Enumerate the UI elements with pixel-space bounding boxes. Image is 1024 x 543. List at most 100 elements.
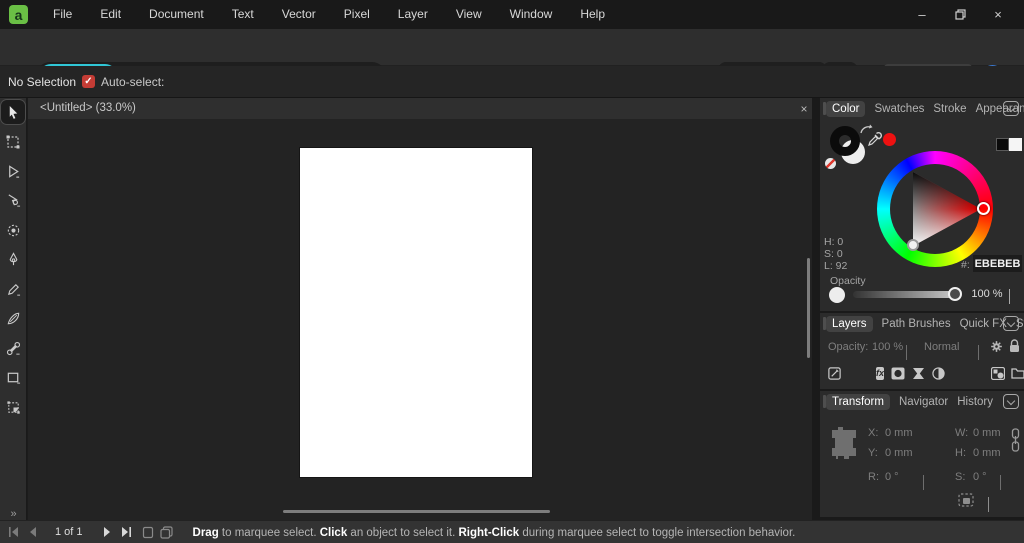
tab-navigator[interactable]: Navigator: [899, 396, 948, 408]
tab-history[interactable]: History: [957, 396, 993, 408]
document-page[interactable]: [300, 148, 532, 477]
default-black-swatch[interactable]: [996, 138, 1009, 151]
rotation-value[interactable]: 0 °: [885, 471, 899, 483]
layers-action-row: fx: [820, 360, 1024, 386]
mask-icon[interactable]: [891, 367, 905, 380]
first-page-icon[interactable]: [8, 527, 20, 537]
pen-tool[interactable]: [1, 247, 25, 271]
hue-selector[interactable]: [977, 202, 990, 215]
menu-text[interactable]: Text: [218, 0, 268, 29]
lock-icon[interactable]: [1009, 339, 1020, 353]
studio-panels: Color Swatches Stroke Appearance: [820, 98, 1024, 520]
horizontal-scrollbar[interactable]: [283, 510, 550, 513]
panel-stroke-swatch[interactable]: [830, 126, 860, 156]
next-page-icon[interactable]: [103, 527, 112, 537]
canvas-viewport[interactable]: [28, 119, 812, 520]
menu-file[interactable]: File: [39, 0, 86, 29]
blend-mode-chevron[interactable]: [978, 345, 979, 360]
none-color-swatch[interactable]: [825, 158, 836, 169]
add-page-icon[interactable]: [142, 526, 154, 539]
panel-collapse-icon[interactable]: [1003, 101, 1019, 116]
edit-layer-icon[interactable]: [827, 366, 842, 381]
panel-collapse-icon[interactable]: [1003, 316, 1019, 331]
menu-view[interactable]: View: [442, 0, 496, 29]
shear-value[interactable]: 0 °: [973, 471, 987, 483]
menu-vector[interactable]: Vector: [268, 0, 330, 29]
menu-help[interactable]: Help: [566, 0, 619, 29]
menu-window[interactable]: Window: [496, 0, 567, 29]
hue-wheel[interactable]: [877, 151, 993, 267]
menu-pixel[interactable]: Pixel: [330, 0, 384, 29]
w-value[interactable]: 0 mm: [973, 427, 1001, 439]
y-value[interactable]: 0 mm: [885, 447, 913, 459]
h-value[interactable]: 0 mm: [973, 447, 1001, 459]
tab-layers[interactable]: Layers: [826, 315, 873, 332]
panel-grip[interactable]: [823, 395, 826, 408]
selection-brush-tool[interactable]: [1, 218, 25, 242]
tab-transform[interactable]: Transform: [826, 393, 890, 410]
opacity-dropdown-chevron[interactable]: [1009, 289, 1010, 304]
tab-stroke[interactable]: Stroke: [933, 103, 966, 115]
move-tool[interactable]: [1, 100, 25, 124]
layers-opacity-value[interactable]: 100 %: [872, 341, 903, 353]
live-filter-icon[interactable]: [932, 366, 945, 380]
auto-select-checkbox[interactable]: ✓: [82, 75, 95, 88]
corner-tool[interactable]: [1, 336, 25, 360]
h-label: H:: [955, 447, 966, 459]
new-image-icon[interactable]: [991, 366, 1006, 380]
picked-color-dot[interactable]: [883, 133, 896, 146]
fx-icon[interactable]: fx: [876, 366, 885, 380]
hint-segment: Click: [319, 527, 348, 539]
adjustment-icon[interactable]: [912, 367, 925, 380]
transform-origin-icon[interactable]: [958, 493, 974, 507]
anchor-point-selector[interactable]: [828, 424, 860, 462]
link-dimensions-icon[interactable]: [1011, 428, 1020, 452]
artboard-tool[interactable]: [1, 130, 25, 154]
hex-input[interactable]: EBEBEB: [973, 255, 1022, 272]
minimize-button[interactable]: –: [908, 4, 936, 26]
duplicate-page-icon[interactable]: [159, 525, 173, 539]
restore-button[interactable]: [946, 4, 974, 26]
eyedropper-icon[interactable]: [867, 131, 883, 147]
menu-document[interactable]: Document: [135, 0, 218, 29]
tab-quick-fx[interactable]: Quick FX: [960, 318, 1007, 330]
hint-segment: during marquee select to toggle intersec…: [519, 527, 796, 539]
layers-opacity-chevron[interactable]: [906, 345, 907, 360]
shape-builder-tool[interactable]: [1, 395, 25, 419]
y-label: Y:: [868, 447, 878, 459]
panel-grip[interactable]: [823, 102, 826, 115]
panel-collapse-icon[interactable]: [1003, 394, 1019, 409]
vector-brush-tool-icon: [7, 312, 19, 324]
opacity-slider-handle[interactable]: [948, 287, 962, 301]
vector-brush-tool[interactable]: [1, 306, 25, 330]
node-tool[interactable]: [1, 159, 25, 183]
rotation-chevron[interactable]: [923, 475, 924, 490]
pencil-tool[interactable]: [1, 277, 25, 301]
last-page-icon[interactable]: [120, 527, 132, 537]
default-white-swatch[interactable]: [1009, 138, 1022, 151]
contour-tool[interactable]: [1, 188, 25, 212]
x-label: X:: [868, 427, 879, 439]
color-selector[interactable]: [907, 239, 919, 251]
layer-settings-gear-icon[interactable]: [990, 340, 1003, 353]
more-tools-chevron[interactable]: »: [0, 508, 27, 520]
opacity-slider-track[interactable]: [853, 291, 955, 298]
tab-color[interactable]: Color: [826, 100, 866, 117]
tab-swatches[interactable]: Swatches: [874, 103, 924, 115]
menu-edit[interactable]: Edit: [86, 0, 135, 29]
tab-close-icon[interactable]: ×: [796, 101, 812, 117]
vertical-scrollbar[interactable]: [807, 258, 810, 358]
menu-layer[interactable]: Layer: [384, 0, 442, 29]
group-folder-icon[interactable]: [1011, 367, 1024, 379]
document-tab[interactable]: <Untitled> (33.0%) ×: [28, 98, 812, 119]
panel-grip[interactable]: [823, 317, 826, 330]
shear-chevron[interactable]: [1000, 475, 1001, 490]
previous-page-icon[interactable]: [28, 527, 37, 537]
tab-path-brushes[interactable]: Path Brushes: [882, 318, 951, 330]
blend-mode-value[interactable]: Normal: [924, 341, 959, 353]
x-value[interactable]: 0 mm: [885, 427, 913, 439]
rectangle-tool[interactable]: [1, 365, 25, 389]
transform-origin-chevron[interactable]: [988, 497, 989, 512]
opacity-value[interactable]: 100 %: [968, 285, 1006, 302]
close-button[interactable]: ×: [984, 4, 1012, 26]
